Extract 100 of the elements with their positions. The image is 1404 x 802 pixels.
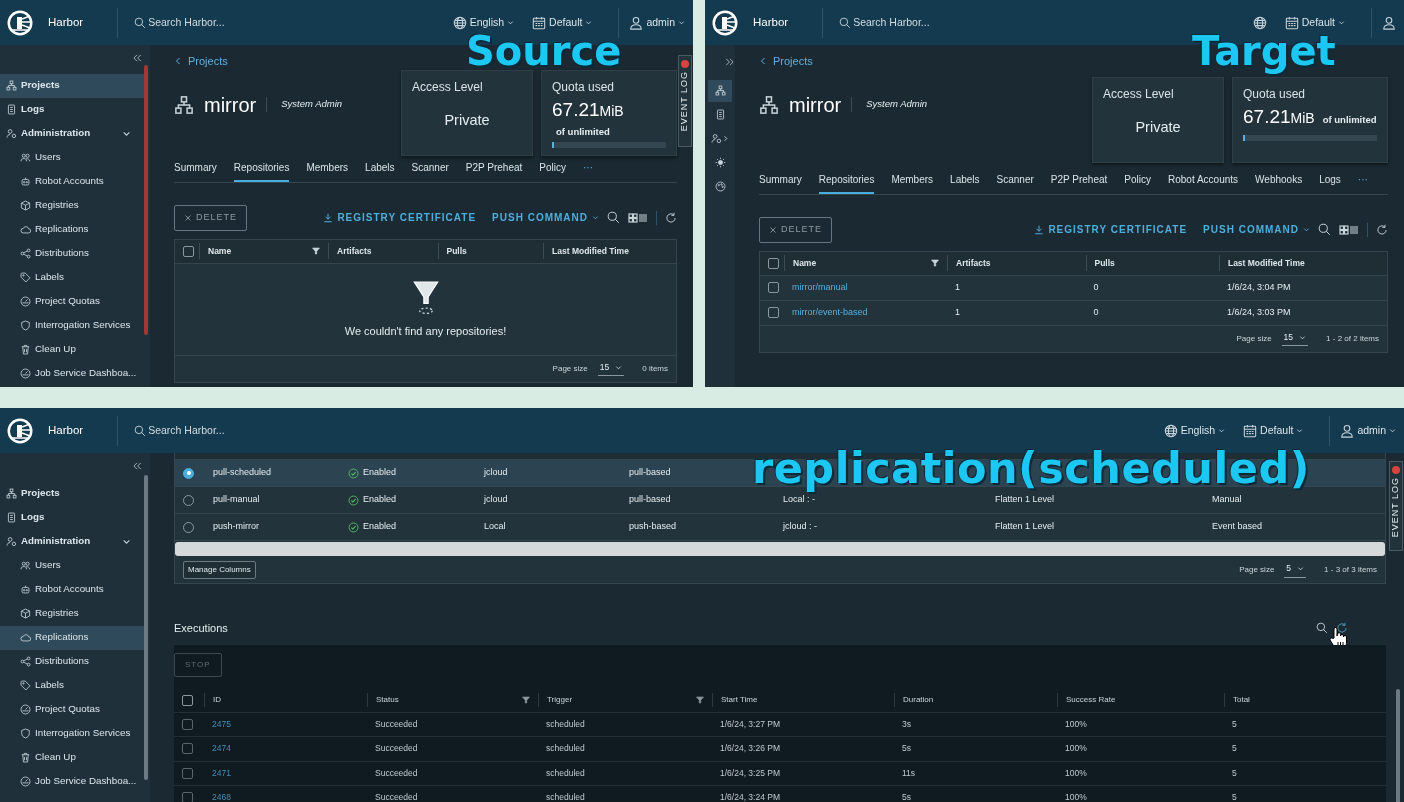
tab[interactable]: Scanner [411, 156, 449, 182]
sidebar-item[interactable]: Users [0, 553, 145, 578]
tab[interactable]: Policy [1124, 168, 1151, 194]
column-header[interactable]: Pulls [1085, 255, 1219, 271]
sidebar-item[interactable]: Robot Accounts [0, 577, 145, 602]
sidebar-item[interactable]: Users [0, 145, 145, 170]
search-icon[interactable] [1316, 622, 1328, 635]
theme-button[interactable]: Default [1243, 422, 1304, 439]
scrollbar[interactable] [1396, 688, 1400, 802]
sidebar-item[interactable]: Project Quotas [0, 697, 145, 722]
user-button[interactable]: admin [1340, 422, 1396, 439]
tab[interactable]: Scanner [996, 168, 1034, 194]
column-header[interactable]: Last Modified Time [543, 243, 676, 259]
filter-icon[interactable] [696, 696, 704, 704]
sidebar-item[interactable]: Job Service Dashboa... [0, 769, 145, 794]
refresh-icon[interactable] [1376, 223, 1388, 236]
row-checkbox[interactable] [182, 718, 193, 730]
refresh-icon[interactable] [1336, 622, 1348, 635]
sidebar-item[interactable]: Interrogation Services [0, 313, 145, 338]
select-all-checkbox[interactable] [182, 694, 193, 706]
search-field[interactable]: Search Harbor... [839, 14, 930, 31]
sidebar-item[interactable]: Administration [0, 121, 145, 146]
column-header[interactable]: Artifacts [947, 255, 1086, 271]
registry-certificate-button[interactable]: REGISTRY CERTIFICATE [1034, 222, 1188, 238]
filter-icon[interactable] [312, 247, 320, 255]
sidebar-item[interactable]: Projects [0, 481, 145, 506]
sidebar-item[interactable]: Robot Accounts [0, 169, 145, 194]
scrollbar[interactable] [144, 475, 148, 780]
sidebar-item[interactable]: Projects [0, 73, 145, 98]
collapse-icon[interactable] [132, 53, 142, 64]
tab[interactable]: Labels [950, 168, 980, 194]
execution-link[interactable]: 2471 [212, 767, 231, 778]
page-size-select[interactable]: 15 [597, 360, 625, 377]
language-button[interactable]: English [1163, 422, 1226, 439]
sidebar-item[interactable] [708, 79, 732, 102]
language-button[interactable]: English [452, 14, 515, 31]
search-field[interactable]: Search Harbor... [134, 422, 225, 439]
language-button[interactable] [1252, 15, 1267, 30]
grid-list-icon[interactable] [628, 212, 648, 223]
execution-link[interactable]: 2475 [212, 718, 231, 729]
tab[interactable]: Robot Accounts [1168, 168, 1239, 194]
scrollbar[interactable] [175, 542, 1385, 556]
tab[interactable]: Policy [539, 156, 566, 182]
tab[interactable]: Repositories [233, 156, 290, 182]
row-checkbox[interactable] [182, 767, 193, 779]
tab[interactable]: Logs [1319, 168, 1341, 194]
row-checkbox[interactable] [182, 743, 193, 755]
sidebar-item[interactable]: Registries [0, 193, 145, 218]
page-size-select[interactable]: 15 [1281, 330, 1309, 347]
column-header[interactable]: ID [204, 693, 367, 707]
column-header[interactable]: Artifacts [328, 243, 438, 259]
sidebar-item[interactable]: Labels [0, 265, 145, 290]
user-button[interactable] [1382, 15, 1396, 30]
delete-button[interactable]: DELETE [174, 205, 247, 231]
refresh-icon[interactable] [665, 211, 677, 224]
tab[interactable]: P2P Preheat [465, 156, 523, 182]
column-header[interactable]: Total [1224, 693, 1386, 707]
column-header[interactable]: Success Rate [1057, 693, 1224, 707]
row-checkbox[interactable] [768, 307, 779, 318]
event-log-tab[interactable]: EVENT LOG [1389, 461, 1403, 551]
tab[interactable]: Labels [365, 156, 395, 182]
column-header[interactable]: Status [367, 693, 538, 707]
sidebar-item[interactable]: Replications [0, 217, 145, 242]
scrollbar[interactable] [144, 65, 148, 335]
filter-icon[interactable] [522, 696, 530, 704]
row-checkbox[interactable] [182, 792, 193, 802]
search-field[interactable]: Search Harbor... [134, 14, 225, 31]
event-log-tab[interactable]: EVENT LOG [678, 55, 692, 147]
tab[interactable]: Members [306, 156, 349, 182]
expand-icon[interactable] [725, 57, 735, 68]
column-header[interactable]: Start Time [712, 693, 894, 707]
column-header[interactable]: Trigger [538, 693, 712, 707]
sidebar-item[interactable]: Clean Up [0, 337, 145, 362]
sidebar-item[interactable]: Administration [0, 529, 145, 554]
repository-link[interactable]: mirror/manual [792, 281, 848, 292]
tab[interactable]: Webhooks [1255, 168, 1303, 194]
column-header[interactable]: Duration [894, 693, 1057, 707]
execution-link[interactable]: 2468 [212, 792, 231, 802]
row-checkbox[interactable] [768, 282, 779, 293]
theme-button[interactable]: Default [532, 14, 593, 31]
manage-columns-button[interactable]: Manage Columns [183, 561, 256, 579]
tab[interactable]: Members [891, 168, 934, 194]
sidebar-item[interactable]: Job Service Dashboa... [0, 361, 145, 386]
select-all-checkbox[interactable] [768, 257, 779, 269]
sidebar-item[interactable]: Distributions [0, 241, 145, 266]
column-header[interactable]: Name [784, 255, 948, 271]
column-header[interactable]: Name [199, 243, 328, 259]
search-icon[interactable] [607, 211, 620, 225]
sidebar-item[interactable]: Logs [0, 505, 145, 530]
collapse-icon[interactable] [132, 461, 142, 472]
back-link[interactable]: Projects [174, 53, 343, 70]
tab[interactable]: P2P Preheat [1050, 168, 1108, 194]
column-header[interactable]: Last Modified Time [1218, 255, 1387, 271]
search-icon[interactable] [1318, 223, 1331, 237]
registry-certificate-button[interactable]: REGISTRY CERTIFICATE [323, 210, 477, 226]
sidebar-item[interactable]: Distributions [0, 649, 145, 674]
push-command-button[interactable]: PUSH COMMAND [1203, 222, 1310, 238]
more-button[interactable]: ··· [1357, 168, 1368, 194]
filter-icon[interactable] [931, 259, 940, 267]
grid-list-icon[interactable] [1339, 224, 1359, 235]
